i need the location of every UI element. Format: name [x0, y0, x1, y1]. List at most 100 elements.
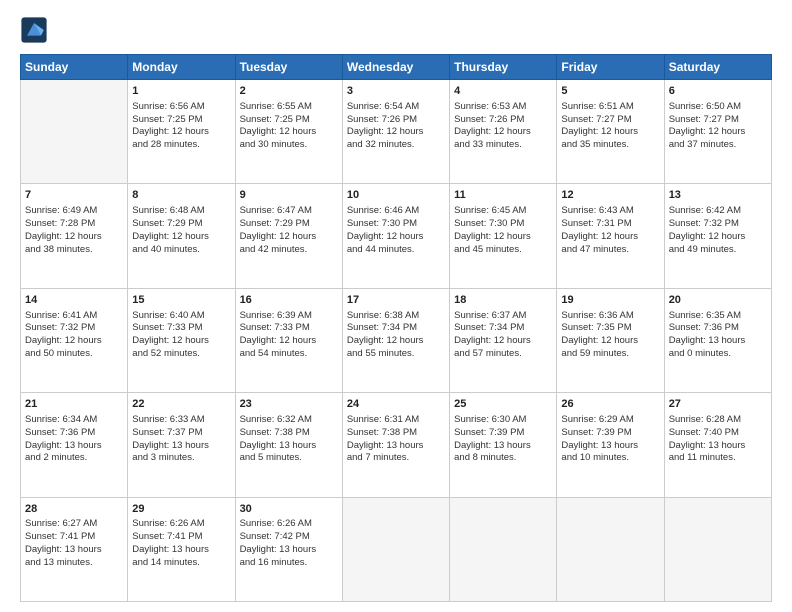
- day-number: 24: [347, 397, 445, 412]
- day-info-line: Daylight: 12 hours: [25, 231, 102, 242]
- day-info-line: Daylight: 13 hours: [347, 440, 424, 451]
- calendar-week-row: 21Sunrise: 6:34 AMSunset: 7:36 PMDayligh…: [21, 393, 772, 497]
- day-info-line: Daylight: 12 hours: [347, 126, 424, 137]
- day-info-line: and 55 minutes.: [347, 348, 415, 359]
- day-info-line: and 28 minutes.: [132, 139, 200, 150]
- day-number: 9: [240, 188, 338, 203]
- calendar-cell: 4Sunrise: 6:53 AMSunset: 7:26 PMDaylight…: [450, 80, 557, 184]
- day-number: 6: [669, 84, 767, 99]
- calendar-week-row: 14Sunrise: 6:41 AMSunset: 7:32 PMDayligh…: [21, 288, 772, 392]
- calendar-cell: 28Sunrise: 6:27 AMSunset: 7:41 PMDayligh…: [21, 497, 128, 601]
- day-info-line: Sunrise: 6:34 AM: [25, 414, 97, 425]
- day-number: 25: [454, 397, 552, 412]
- calendar-week-row: 1 Sunrise: 6:56 AM Sunset: 7:25 PM Daylight…: [21, 80, 772, 184]
- calendar-cell: 20Sunrise: 6:35 AMSunset: 7:36 PMDayligh…: [664, 288, 771, 392]
- day-info-line: Sunset: 7:41 PM: [25, 531, 95, 542]
- calendar-cell: 13Sunrise: 6:42 AMSunset: 7:32 PMDayligh…: [664, 184, 771, 288]
- day-info-line: Daylight: 12 hours: [561, 231, 638, 242]
- calendar-cell: 27Sunrise: 6:28 AMSunset: 7:40 PMDayligh…: [664, 393, 771, 497]
- day-info-line: Sunset: 7:25 PM: [132, 114, 202, 125]
- day-info-line: Sunset: 7:41 PM: [132, 531, 202, 542]
- day-info-line: Sunrise: 6:39 AM: [240, 310, 312, 321]
- day-info-line: Sunset: 7:39 PM: [454, 427, 524, 438]
- day-info-line: Daylight: 13 hours: [561, 440, 638, 451]
- calendar-cell: 24 Sunrise: 6:31 AM Sunset: 7:38 PM Dayligh…: [342, 393, 449, 497]
- calendar-cell: [557, 497, 664, 601]
- day-info-line: Sunset: 7:27 PM: [669, 114, 739, 125]
- day-number: 7: [25, 188, 123, 203]
- calendar-cell: 12Sunrise: 6:43 AMSunset: 7:31 PMDayligh…: [557, 184, 664, 288]
- day-info-line: Sunrise: 6:31 AM: [347, 414, 419, 425]
- day-info-line: Sunset: 7:32 PM: [669, 218, 739, 229]
- day-info-line: Sunset: 7:30 PM: [454, 218, 524, 229]
- day-info-line: Daylight: 12 hours: [561, 126, 638, 137]
- calendar-cell: 9 Sunrise: 6:47 AM Sunset: 7:29 PM Daylight…: [235, 184, 342, 288]
- logo: [20, 16, 52, 44]
- day-info-line: and 33 minutes.: [454, 139, 522, 150]
- day-info-line: Sunset: 7:25 PM: [240, 114, 310, 125]
- day-info-line: Daylight: 13 hours: [25, 440, 102, 451]
- day-info-line: and 57 minutes.: [454, 348, 522, 359]
- day-info-line: Sunset: 7:29 PM: [240, 218, 310, 229]
- day-info-line: and 38 minutes.: [25, 244, 93, 255]
- day-info-line: and 42 minutes.: [240, 244, 308, 255]
- calendar-cell: 3Sunrise: 6:54 AMSunset: 7:26 PMDaylight…: [342, 80, 449, 184]
- day-info-line: and 7 minutes.: [347, 452, 409, 463]
- day-info-line: Sunset: 7:37 PM: [132, 427, 202, 438]
- day-info-line: Sunrise: 6:45 AM: [454, 205, 526, 216]
- day-info-line: and 8 minutes.: [454, 452, 516, 463]
- day-number: 14: [25, 293, 123, 308]
- day-info-line: Sunrise: 6:54 AM: [347, 101, 419, 112]
- day-number: 28: [25, 502, 123, 517]
- calendar-cell: 14Sunrise: 6:41 AMSunset: 7:32 PMDayligh…: [21, 288, 128, 392]
- day-info-line: and 5 minutes.: [240, 452, 302, 463]
- day-number: 16: [240, 293, 338, 308]
- day-number: 8: [132, 188, 230, 203]
- calendar-cell: 1Sunrise: 6:56 AMSunset: 7:25 PMDaylight…: [128, 80, 235, 184]
- day-info-line: and 0 minutes.: [669, 348, 731, 359]
- calendar-cell: 19Sunrise: 6:36 AMSunset: 7:35 PMDayligh…: [557, 288, 664, 392]
- day-info-line: Sunrise: 6:47 AM: [240, 205, 312, 216]
- day-info-line: Sunrise: 6:27 AM: [25, 518, 97, 529]
- calendar-cell: [664, 497, 771, 601]
- calendar-cell: 6Sunrise: 6:50 AMSunset: 7:27 PMDaylight…: [664, 80, 771, 184]
- day-info-line: and 11 minutes.: [669, 452, 736, 463]
- day-number: 1: [132, 84, 230, 99]
- day-info-line: Sunset: 7:39 PM: [561, 427, 631, 438]
- calendar-header-thursday: Thursday: [450, 55, 557, 80]
- day-info-line: Sunrise: 6:30 AM: [454, 414, 526, 425]
- day-info-line: Sunrise: 6:36 AM: [561, 310, 633, 321]
- day-info-line: Sunrise: 6:56 AM: [132, 101, 204, 112]
- day-number: 20: [669, 293, 767, 308]
- day-number: 17: [347, 293, 445, 308]
- day-info-line: Sunrise: 6:35 AM: [669, 310, 741, 321]
- day-info-line: Sunset: 7:33 PM: [240, 322, 310, 333]
- header: [20, 16, 772, 44]
- day-info-line: Daylight: 12 hours: [132, 231, 209, 242]
- calendar-cell: 2Sunrise: 6:55 AMSunset: 7:25 PMDaylight…: [235, 80, 342, 184]
- day-info-line: and 47 minutes.: [561, 244, 629, 255]
- day-info-line: Daylight: 12 hours: [240, 231, 317, 242]
- calendar-cell: 26Sunrise: 6:29 AMSunset: 7:39 PMDayligh…: [557, 393, 664, 497]
- calendar-header-sunday: Sunday: [21, 55, 128, 80]
- day-info-line: Sunset: 7:42 PM: [240, 531, 310, 542]
- day-info-line: Sunrise: 6:46 AM: [347, 205, 419, 216]
- day-info-line: Daylight: 13 hours: [132, 544, 209, 555]
- day-info-line: Daylight: 12 hours: [347, 335, 424, 346]
- day-info-line: Daylight: 12 hours: [132, 335, 209, 346]
- day-info-line: Daylight: 13 hours: [240, 440, 317, 451]
- day-info-line: Daylight: 12 hours: [25, 335, 102, 346]
- calendar-cell: 29Sunrise: 6:26 AMSunset: 7:41 PMDayligh…: [128, 497, 235, 601]
- day-info-line: Daylight: 13 hours: [669, 335, 746, 346]
- day-info-line: Sunrise: 6:49 AM: [25, 205, 97, 216]
- calendar-header-row: SundayMondayTuesdayWednesdayThursdayFrid…: [21, 55, 772, 80]
- day-info-line: Sunset: 7:34 PM: [454, 322, 524, 333]
- day-info-line: Sunset: 7:35 PM: [561, 322, 631, 333]
- day-info-line: Sunset: 7:40 PM: [669, 427, 739, 438]
- day-info-line: and 35 minutes.: [561, 139, 629, 150]
- page: SundayMondayTuesdayWednesdayThursdayFrid…: [0, 0, 792, 612]
- day-info-line: Sunset: 7:38 PM: [347, 427, 417, 438]
- day-info-line: and 59 minutes.: [561, 348, 629, 359]
- calendar-cell: [450, 497, 557, 601]
- day-info-line: Sunrise: 6:42 AM: [669, 205, 741, 216]
